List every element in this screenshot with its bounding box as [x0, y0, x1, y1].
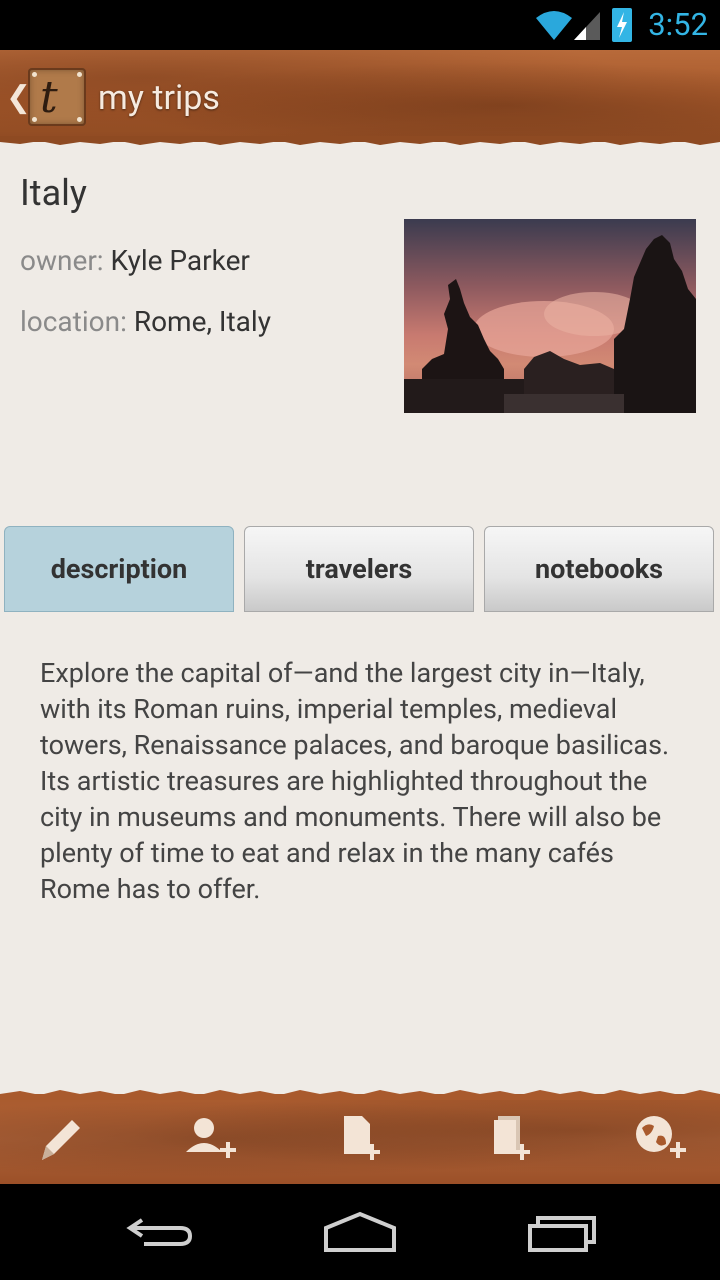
- add-traveler-button[interactable]: [180, 1108, 240, 1168]
- status-icons: [534, 8, 604, 46]
- action-bar-title[interactable]: my trips: [98, 78, 220, 118]
- action-bar: ❮ t my trips: [0, 50, 720, 145]
- add-notebook-button[interactable]: [480, 1108, 540, 1168]
- add-notebook-icon: [494, 1116, 530, 1160]
- pencil-icon: [42, 1120, 80, 1160]
- nav-home-button[interactable]: [320, 1206, 400, 1256]
- tab-travelers[interactable]: travelers: [244, 526, 474, 612]
- owner-value: Kyle Parker: [110, 244, 250, 277]
- rivet-icon: [77, 117, 82, 122]
- add-document-icon: [344, 1116, 380, 1160]
- bottom-toolbar: [0, 1090, 720, 1184]
- nav-recents-button[interactable]: [522, 1206, 602, 1256]
- edit-button[interactable]: [30, 1108, 90, 1168]
- back-icon: [126, 1218, 193, 1246]
- navigation-bar: [0, 1184, 720, 1280]
- torn-edge: [0, 136, 720, 145]
- add-document-button[interactable]: [330, 1108, 390, 1168]
- trip-photo[interactable]: [404, 219, 696, 413]
- signal-icon: [574, 12, 600, 40]
- status-bar: 3:52: [0, 0, 720, 50]
- rivet-icon: [32, 117, 37, 122]
- tab-label: travelers: [305, 553, 413, 585]
- tab-label: description: [50, 553, 188, 585]
- rivet-icon: [32, 72, 37, 77]
- add-person-icon: [186, 1118, 236, 1158]
- location-label: location:: [20, 305, 127, 338]
- trip-title: Italy: [20, 172, 87, 214]
- home-icon: [324, 1211, 396, 1252]
- owner-label: owner:: [20, 244, 104, 277]
- tab-notebooks[interactable]: notebooks: [484, 526, 714, 612]
- battery-charging-icon: [612, 8, 632, 42]
- nav-back-button[interactable]: [120, 1206, 200, 1256]
- add-location-button[interactable]: [630, 1108, 690, 1168]
- status-time: 3:52: [648, 6, 708, 43]
- app-logo[interactable]: t: [28, 68, 86, 126]
- tab-label: notebooks: [534, 553, 664, 585]
- torn-edge: [0, 1090, 720, 1100]
- add-globe-icon: [636, 1116, 686, 1158]
- tab-description[interactable]: description: [4, 526, 234, 612]
- wifi-icon: [536, 11, 572, 40]
- logo-letter: t: [40, 72, 58, 123]
- trip-description: Explore the capital of—and the largest c…: [40, 657, 670, 905]
- location-value: Rome, Italy: [133, 305, 271, 338]
- location-line: location: Rome, Italy: [20, 305, 271, 338]
- rivet-icon: [77, 72, 82, 77]
- recents-icon: [528, 1216, 596, 1252]
- owner-line: owner: Kyle Parker: [20, 244, 250, 277]
